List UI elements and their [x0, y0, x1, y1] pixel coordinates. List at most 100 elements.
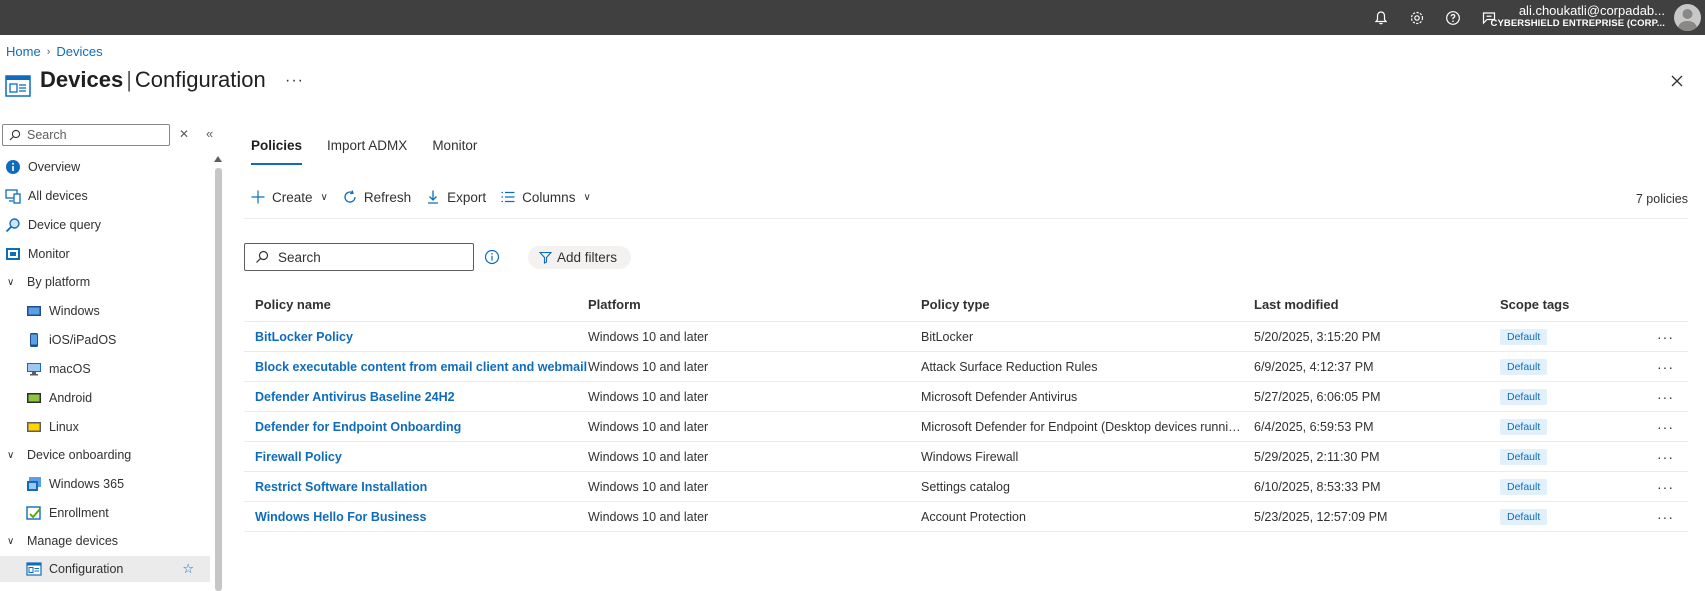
- table-row[interactable]: Defender Antivirus Baseline 24H2 Windows…: [244, 382, 1688, 412]
- policy-name-link[interactable]: Defender Antivirus Baseline 24H2: [255, 390, 455, 404]
- sidebar-item-monitor[interactable]: Monitor: [5, 241, 70, 267]
- sidebar-item-android[interactable]: Android: [26, 385, 92, 411]
- breadcrumb-devices-link[interactable]: Devices: [56, 44, 102, 59]
- platform-cell: Windows 10 and later: [588, 359, 709, 374]
- sidebar-search-input[interactable]: Search: [2, 124, 170, 146]
- policy-name-link[interactable]: Windows Hello For Business: [255, 510, 426, 524]
- row-more-options-button[interactable]: ···: [1657, 479, 1674, 495]
- create-button[interactable]: Create ∨: [250, 189, 328, 205]
- policy-type-cell: Windows Firewall: [921, 449, 1019, 464]
- table-row[interactable]: Windows Hello For Business Windows 10 an…: [244, 502, 1688, 532]
- scope-tag-badge: Default: [1500, 328, 1548, 345]
- policy-type-cell: Microsoft Defender Antivirus: [921, 389, 1078, 404]
- scope-tag-badge: Default: [1500, 418, 1548, 435]
- policy-name-link[interactable]: BitLocker Policy: [255, 330, 353, 344]
- tab-monitor[interactable]: Monitor: [432, 138, 477, 165]
- row-more-options-button[interactable]: ···: [1657, 389, 1674, 405]
- scope-tag-badge: Default: [1500, 508, 1548, 525]
- download-icon: [428, 190, 439, 204]
- tab-policies[interactable]: Policies: [251, 138, 303, 165]
- last-modified-cell: 5/20/2025, 3:15:20 PM: [1254, 329, 1381, 344]
- table-row[interactable]: Firewall Policy Windows 10 and later Win…: [244, 442, 1688, 472]
- sidebar-item-windows[interactable]: Windows: [26, 298, 100, 324]
- sidebar-group-label: By platform: [27, 275, 91, 289]
- policy-name-link[interactable]: Defender for Endpoint Onboarding: [255, 420, 461, 434]
- sidebar-item-overview[interactable]: Overview: [5, 154, 80, 180]
- favorite-star-icon[interactable]: ☆: [182, 561, 194, 577]
- sidebar-group-manage-devices[interactable]: ∨ Manage devices: [7, 528, 118, 554]
- sidebar-item-label: macOS: [49, 362, 91, 376]
- table-header: Policy name Platform Policy type Last mo…: [244, 288, 1688, 322]
- page-title-main: Devices: [40, 67, 124, 92]
- configuration-page-icon: [5, 74, 31, 98]
- scope-tag-badge: Default: [1500, 478, 1548, 495]
- tab-import-admx[interactable]: Import ADMX: [327, 138, 407, 165]
- breadcrumb-home-link[interactable]: Home: [6, 44, 41, 59]
- platform-cell: Windows 10 and later: [588, 389, 709, 404]
- refresh-label: Refresh: [363, 189, 412, 205]
- info-icon[interactable]: [484, 249, 500, 265]
- row-more-options-button[interactable]: ···: [1657, 359, 1674, 375]
- column-header-policy-type[interactable]: Policy type: [921, 297, 990, 312]
- table-row[interactable]: Defender for Endpoint Onboarding Windows…: [244, 412, 1688, 442]
- table-row[interactable]: Restrict Software Installation Windows 1…: [244, 472, 1688, 502]
- policy-name-link[interactable]: Restrict Software Installation: [255, 480, 427, 494]
- info-icon: [6, 160, 20, 174]
- export-button[interactable]: Export: [425, 189, 486, 205]
- sidebar-group-by-platform[interactable]: ∨ By platform: [7, 269, 90, 295]
- tenant-name: CYBERSHIELD ENTREPRISE (CORP...: [1490, 18, 1665, 29]
- platform-cell: Windows 10 and later: [588, 509, 709, 524]
- sidebar-item-label: Windows: [49, 304, 100, 318]
- monitor-icon: [6, 248, 20, 260]
- scroll-up-arrow-icon[interactable]: [214, 156, 222, 162]
- close-icon[interactable]: [1669, 73, 1685, 89]
- sidebar-item-enrollment[interactable]: Enrollment: [26, 500, 109, 526]
- row-more-options-button[interactable]: ···: [1657, 419, 1674, 435]
- sidebar-item-configuration[interactable]: Configuration ☆: [0, 556, 210, 582]
- more-options-button[interactable]: ···: [285, 72, 304, 90]
- row-more-options-button[interactable]: ···: [1657, 449, 1674, 465]
- enrollment-icon: [26, 506, 41, 520]
- column-header-platform[interactable]: Platform: [588, 297, 641, 312]
- column-header-scope-tags[interactable]: Scope tags: [1500, 297, 1569, 312]
- sidebar-item-all-devices[interactable]: All devices: [5, 183, 88, 209]
- last-modified-cell: 5/23/2025, 12:57:09 PM: [1254, 509, 1388, 524]
- sidebar-group-device-onboarding[interactable]: ∨ Device onboarding: [7, 442, 131, 468]
- table-row[interactable]: Block executable content from email clie…: [244, 352, 1688, 382]
- chevron-down-icon: ∨: [320, 191, 328, 203]
- policy-name-link[interactable]: Firewall Policy: [255, 450, 342, 464]
- sidebar-item-windows-365[interactable]: Windows 365: [26, 471, 124, 497]
- top-bar: ali.choukatli@corpadab... CYBERSHIELD EN…: [0, 0, 1705, 35]
- row-more-options-button[interactable]: ···: [1657, 509, 1674, 525]
- policy-search-input[interactable]: Search: [244, 243, 474, 271]
- clear-search-icon[interactable]: ✕: [179, 127, 189, 141]
- sidebar-item-macos[interactable]: macOS: [26, 356, 91, 382]
- sidebar-search-placeholder: Search: [27, 128, 67, 142]
- sidebar-item-ios[interactable]: iOS/iPadOS: [26, 327, 116, 353]
- sidebar-item-linux[interactable]: Linux: [26, 414, 79, 440]
- help-icon[interactable]: [1443, 8, 1463, 28]
- last-modified-cell: 5/27/2025, 6:06:05 PM: [1254, 389, 1381, 404]
- table-row[interactable]: BitLocker Policy Windows 10 and later Bi…: [244, 322, 1688, 352]
- settings-gear-icon[interactable]: [1407, 8, 1427, 28]
- account-info[interactable]: ali.choukatli@corpadab... CYBERSHIELD EN…: [1491, 4, 1665, 30]
- sidebar-item-device-query[interactable]: Device query: [5, 212, 101, 238]
- row-more-options-button[interactable]: ···: [1657, 329, 1674, 345]
- columns-button[interactable]: Columns ∨: [500, 189, 591, 205]
- query-search-icon: [5, 218, 20, 233]
- columns-label: Columns: [522, 189, 576, 205]
- avatar[interactable]: [1674, 4, 1701, 31]
- column-header-last-modified[interactable]: Last modified: [1254, 297, 1339, 312]
- add-filters-button[interactable]: Add filters: [528, 246, 632, 269]
- column-header-policy-name[interactable]: Policy name: [255, 297, 331, 312]
- sidebar-scrollbar[interactable]: [215, 168, 222, 591]
- policy-type-cell: Attack Surface Reduction Rules: [921, 359, 1098, 374]
- table-body: BitLocker Policy Windows 10 and later Bi…: [244, 322, 1688, 532]
- collapse-sidebar-icon[interactable]: «: [206, 126, 213, 141]
- refresh-button[interactable]: Refresh: [342, 189, 411, 205]
- notifications-bell-icon[interactable]: [1371, 8, 1391, 28]
- last-modified-cell: 6/4/2025, 6:59:53 PM: [1254, 419, 1374, 434]
- chevron-down-icon: ∨: [583, 191, 591, 203]
- divider: [244, 218, 1688, 219]
- policy-name-link[interactable]: Block executable content from email clie…: [255, 360, 587, 374]
